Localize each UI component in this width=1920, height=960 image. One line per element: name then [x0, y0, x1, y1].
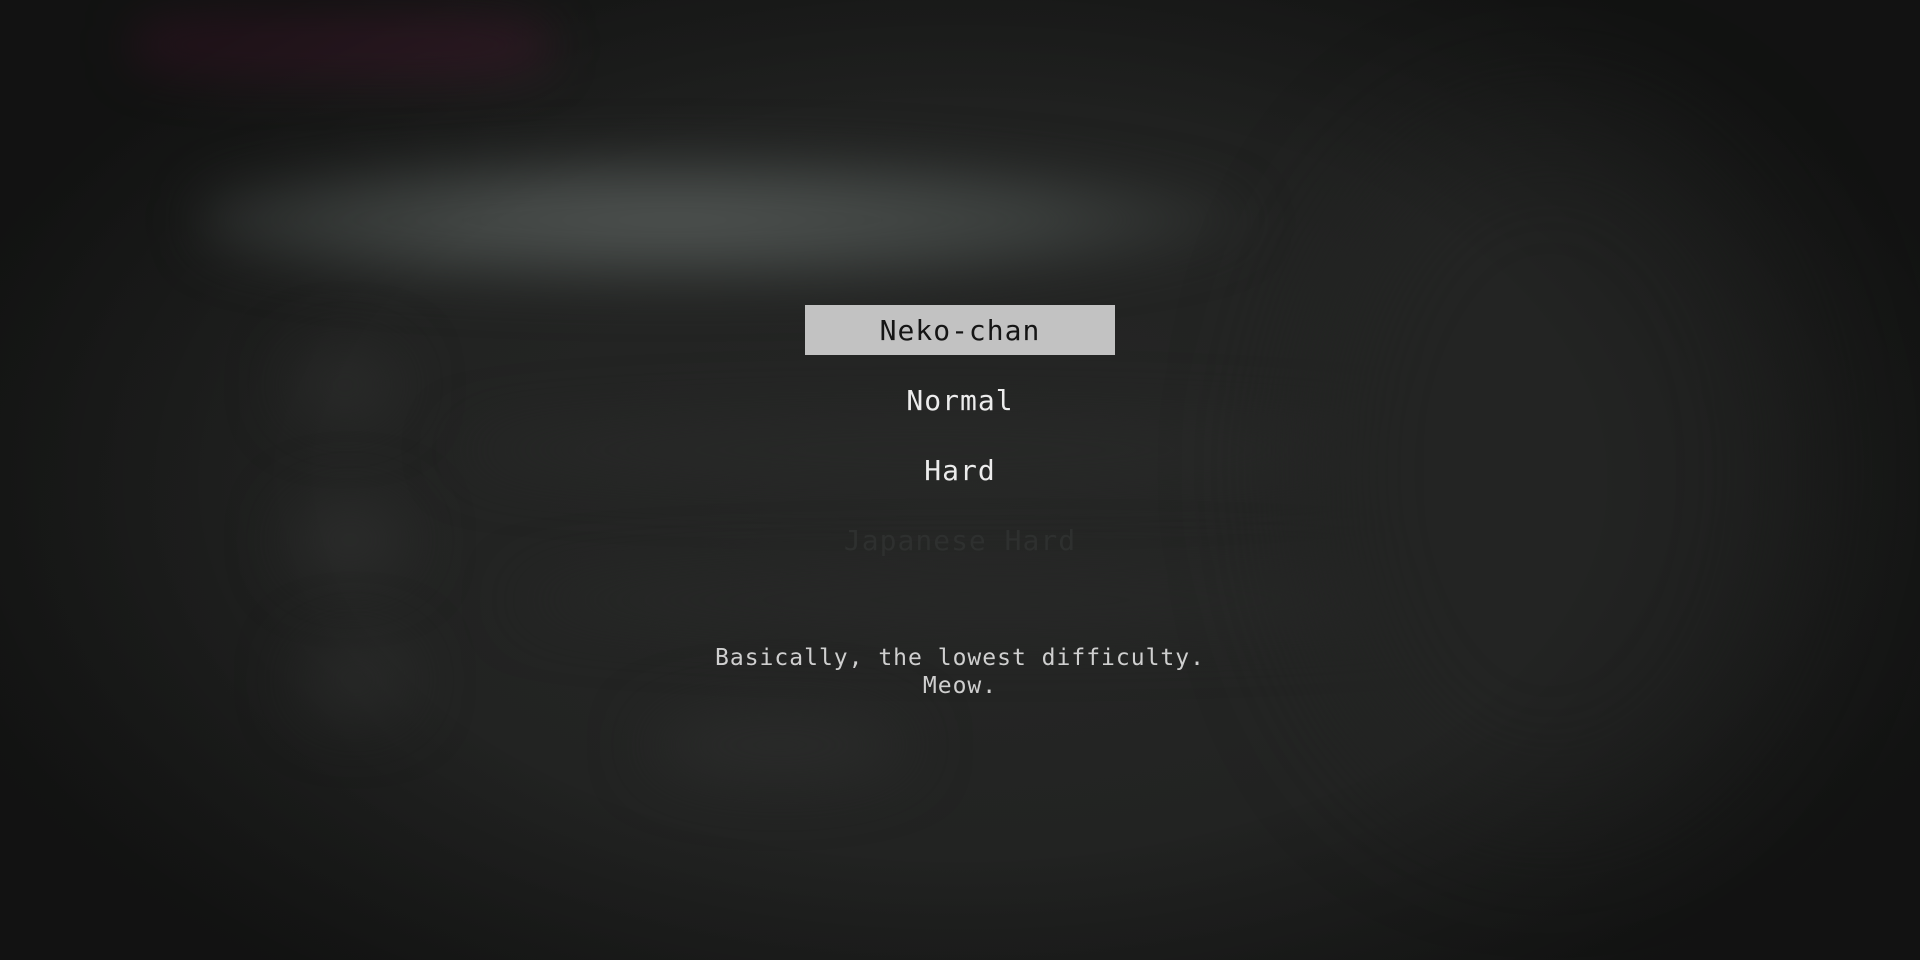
difficulty-option-label: Normal — [906, 383, 1014, 417]
game-screen: Neko-chan Normal Hard Japanese Hard Basi… — [0, 0, 1920, 960]
background-blur — [200, 150, 1250, 290]
difficulty-menu: Neko-chan Normal Hard Japanese Hard — [805, 305, 1115, 585]
difficulty-description: Basically, the lowest difficulty. Meow. — [560, 644, 1360, 700]
background-blur — [290, 350, 400, 420]
difficulty-option-label: Neko-chan — [879, 313, 1041, 347]
background-blur — [1300, 120, 1800, 820]
difficulty-option-label: Japanese Hard — [843, 523, 1077, 557]
background-blur — [290, 500, 410, 580]
background-blur — [650, 710, 910, 780]
difficulty-option-normal[interactable]: Normal — [805, 375, 1115, 425]
difficulty-option-hard[interactable]: Hard — [805, 445, 1115, 495]
difficulty-option-japanese-hard: Japanese Hard — [805, 515, 1115, 565]
difficulty-option-neko-chan[interactable]: Neko-chan — [805, 305, 1115, 355]
background-blur — [300, 640, 410, 720]
description-line: Meow. — [922, 673, 998, 699]
background-blur — [130, 10, 550, 80]
difficulty-option-label: Hard — [924, 453, 996, 487]
description-line: Basically, the lowest difficulty. — [715, 645, 1205, 671]
